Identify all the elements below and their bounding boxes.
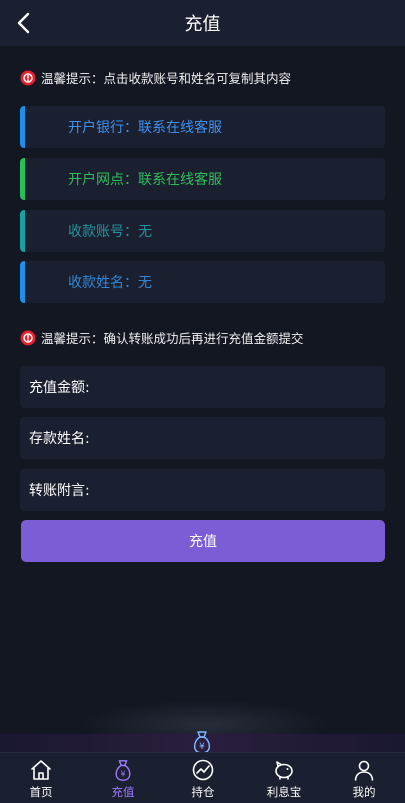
transfer-note-field: 转账附言:: [20, 469, 385, 511]
accent-bar: [20, 210, 25, 252]
nav-item-mine[interactable]: 我的: [334, 753, 394, 803]
nav-label: 我的: [352, 785, 376, 799]
svg-text:¥: ¥: [199, 742, 205, 752]
account-name-text: 收款姓名：无: [68, 275, 152, 291]
top-header: 充值: [0, 0, 405, 46]
depositor-name-label: 存款姓名:: [29, 431, 90, 447]
nav-item-holdings[interactable]: 持仓: [173, 753, 233, 803]
amount-field: 充值金额:: [20, 366, 385, 408]
bottom-nav: 首页 ¥ 充值 持仓 利息宝 我的: [0, 752, 405, 803]
account-name-card[interactable]: 收款姓名：无: [20, 261, 385, 303]
nav-item-interest[interactable]: 利息宝: [254, 753, 314, 803]
accent-bar: [20, 158, 25, 200]
recharge-submit-button[interactable]: 充值: [21, 520, 385, 562]
bank-name-text: 开户银行：联系在线客服: [68, 120, 222, 136]
nav-item-home[interactable]: 首页: [11, 753, 71, 803]
confirm-tip-text: 温馨提示：确认转账成功后再进行充值金额提交: [41, 331, 304, 346]
chevron-left-icon: [17, 12, 30, 34]
user-icon: [354, 760, 374, 781]
trend-chart-icon: [192, 759, 214, 781]
bank-branch-text: 开户网点：联系在线客服: [68, 172, 222, 188]
page-title: 充值: [184, 14, 221, 35]
svg-text:¥: ¥: [120, 768, 125, 778]
money-bag-icon: ¥: [115, 760, 131, 781]
bank-branch-card[interactable]: 开户网点：联系在线客服: [20, 158, 385, 200]
confirm-tip: 温馨提示：确认转账成功后再进行充值金额提交: [20, 328, 304, 347]
nav-label: 首页: [29, 785, 53, 799]
piggy-bank-icon: [275, 761, 293, 780]
amount-input[interactable]: [93, 366, 385, 408]
transfer-note-label: 转账附言:: [29, 483, 90, 499]
copy-tip: 温馨提示：点击收款账号和姓名可复制其内容: [20, 68, 291, 87]
depositor-name-input[interactable]: [93, 417, 385, 459]
warning-icon: [20, 330, 36, 345]
copy-tip-text: 温馨提示：点击收款账号和姓名可复制其内容: [41, 71, 292, 86]
accent-bar: [20, 261, 25, 303]
warning-icon: [20, 70, 36, 85]
transfer-note-input[interactable]: [93, 469, 385, 511]
nav-label: 利息宝: [266, 785, 302, 799]
accent-bar: [20, 106, 25, 148]
home-icon: [31, 760, 51, 780]
nav-label: 持仓: [191, 785, 215, 799]
amount-label: 充值金额:: [29, 380, 90, 396]
nav-label: 充值: [111, 785, 135, 799]
bank-name-card[interactable]: 开户银行：联系在线客服: [20, 106, 385, 148]
account-number-text: 收款账号：无: [68, 224, 152, 240]
back-button[interactable]: [10, 9, 36, 37]
nav-item-recharge[interactable]: ¥ 充值: [93, 753, 153, 803]
depositor-name-field: 存款姓名:: [20, 417, 385, 459]
account-number-card[interactable]: 收款账号：无: [20, 210, 385, 252]
